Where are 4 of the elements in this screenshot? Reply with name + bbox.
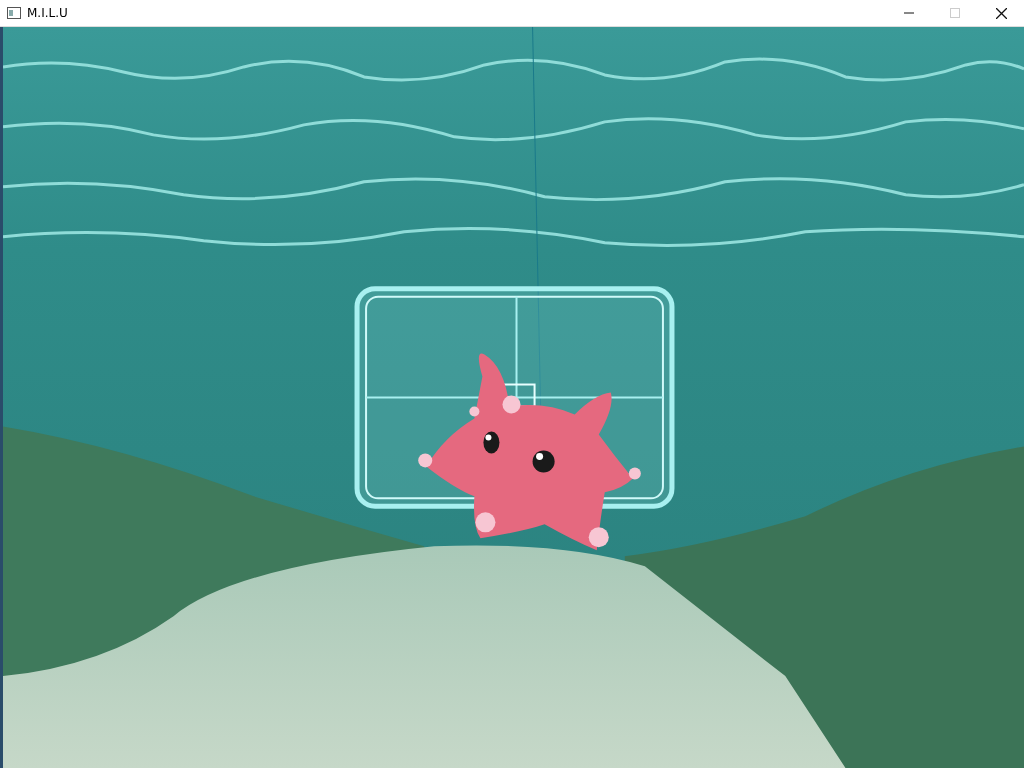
maximize-icon bbox=[950, 8, 960, 18]
window-title: M.I.L.U bbox=[27, 6, 68, 20]
close-icon bbox=[995, 7, 1007, 19]
window-icon bbox=[7, 7, 21, 19]
